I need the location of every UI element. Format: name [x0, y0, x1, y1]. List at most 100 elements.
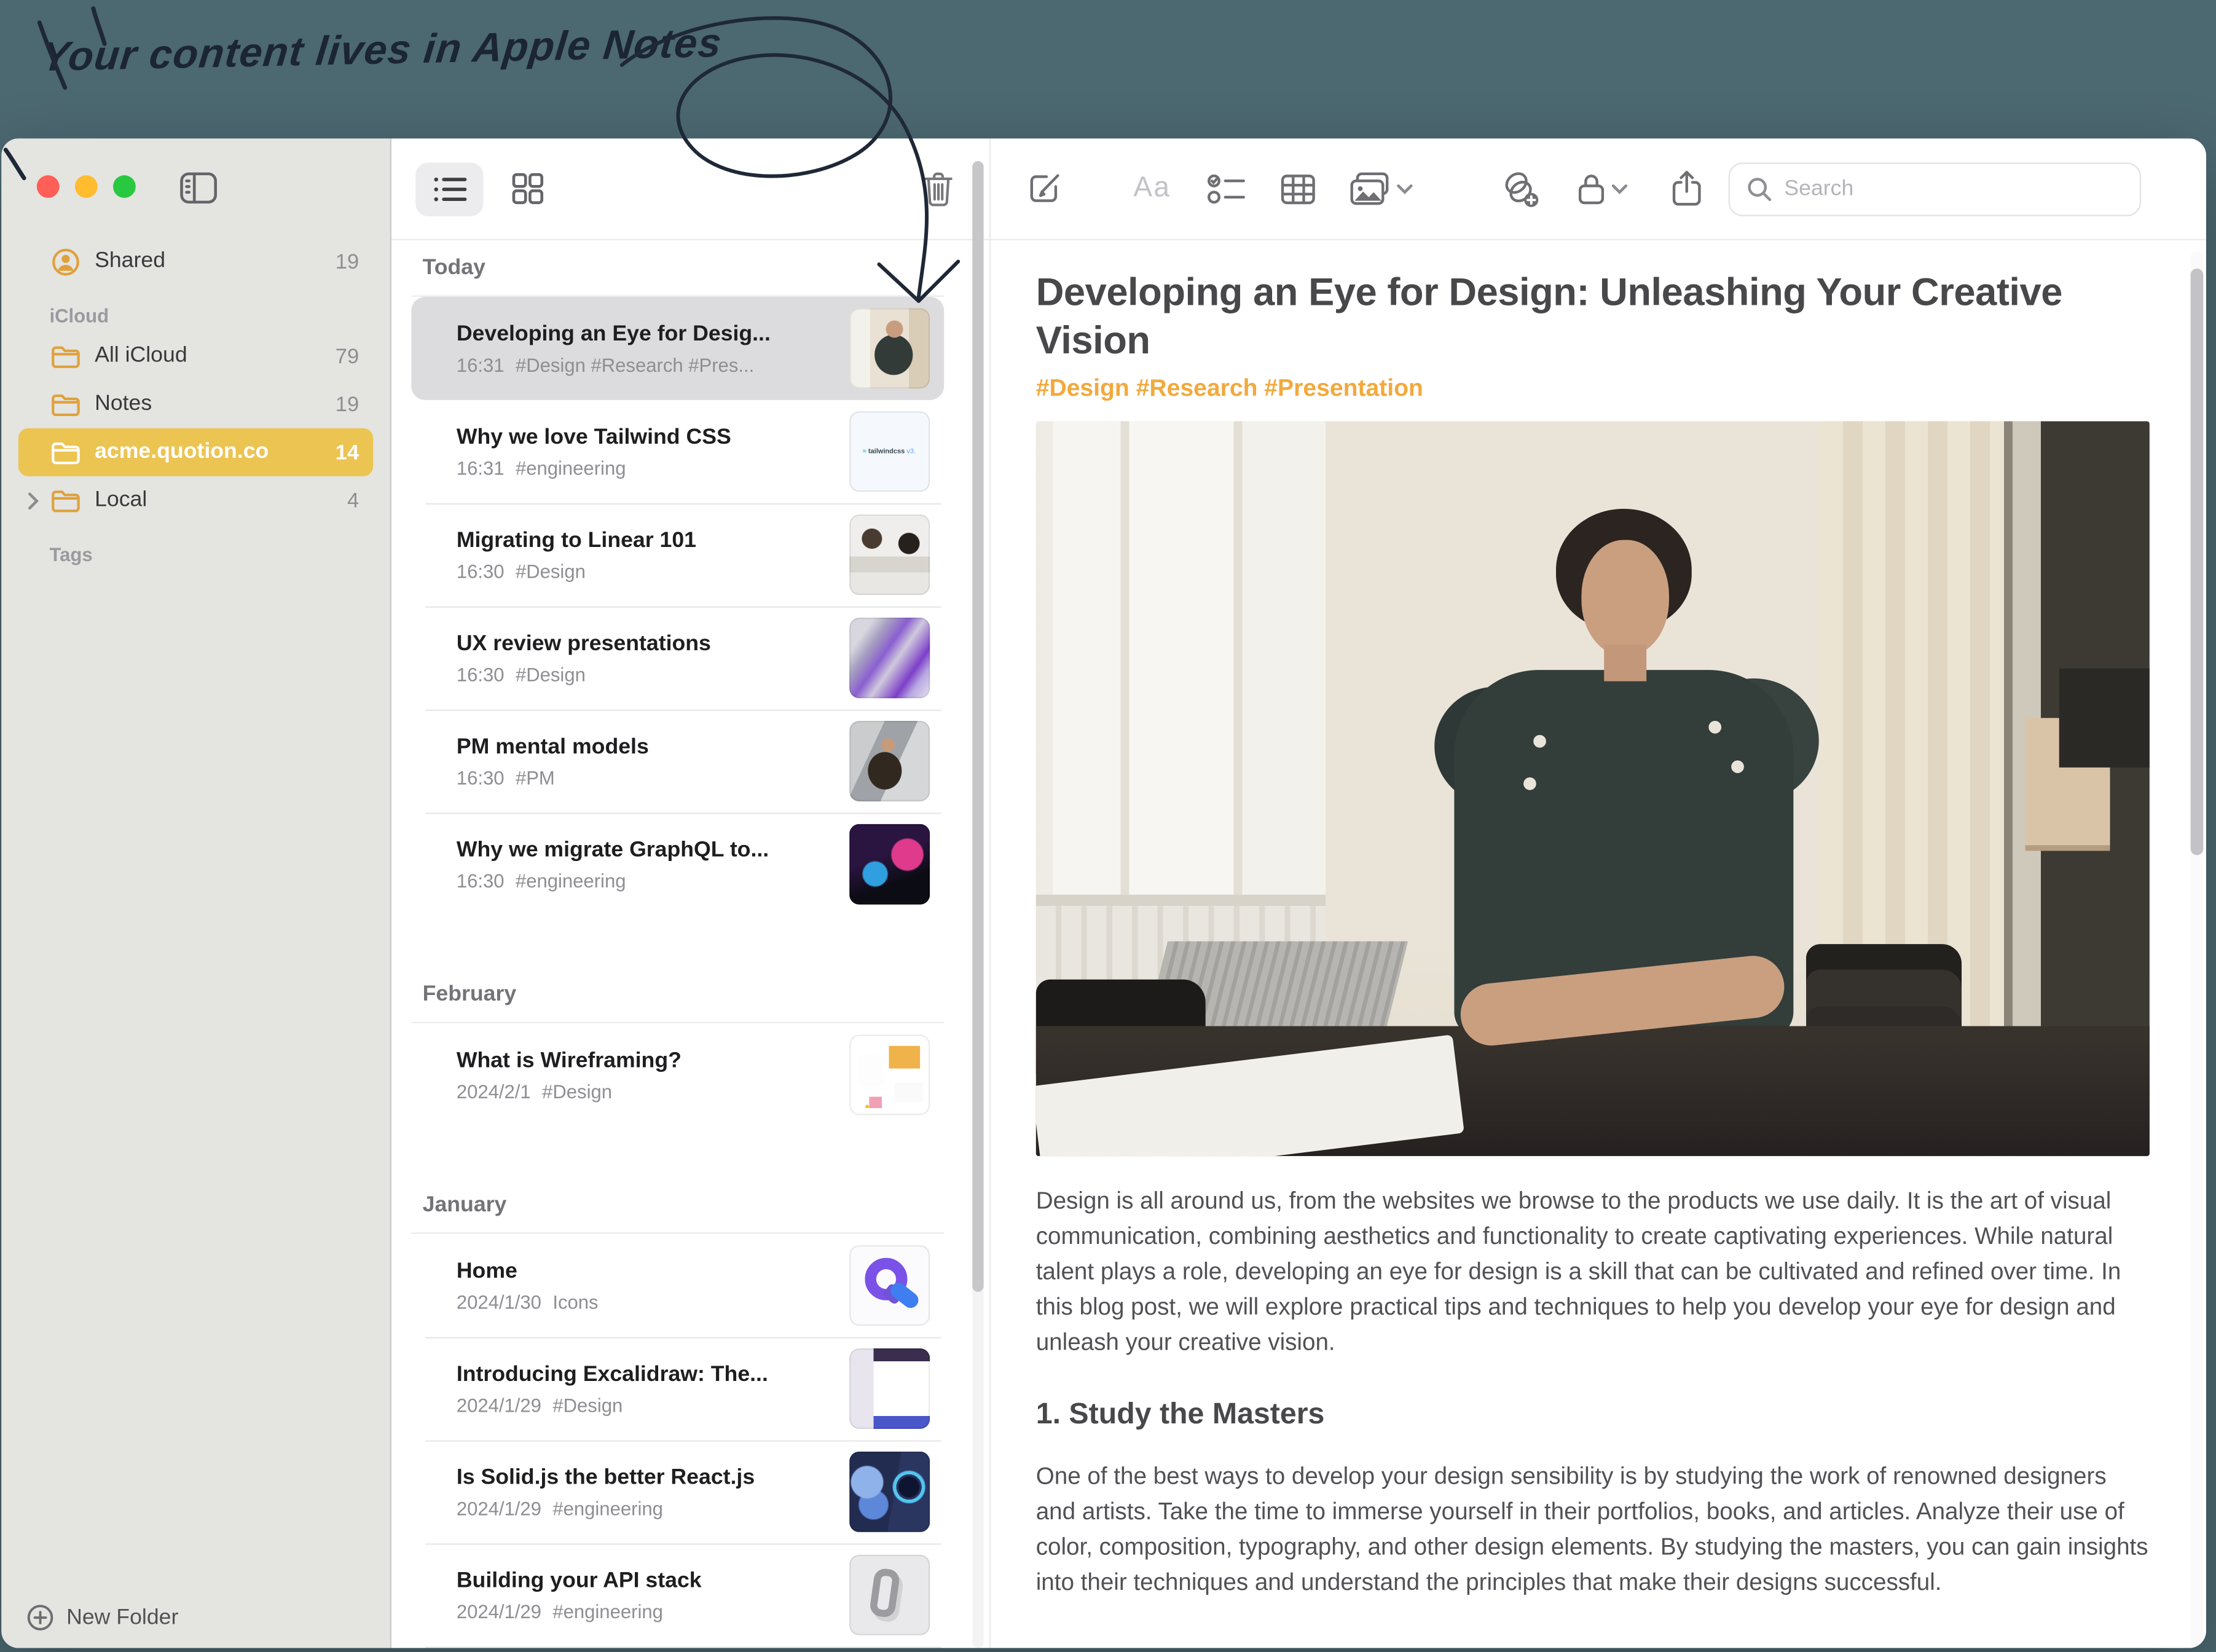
note-list-item-selected[interactable]: Developing an Eye for Desig... 16:31#Des…	[411, 297, 944, 400]
compose-icon[interactable]	[1027, 171, 1063, 206]
sidebar-item-label: Notes	[95, 391, 336, 417]
note-content[interactable]: Developing an Eye for Design: Unleashing…	[991, 240, 2206, 1648]
sidebar-item-all-icloud[interactable]: All iCloud 79	[18, 332, 373, 380]
note-paragraph: One of the best ways to develop your des…	[1036, 1458, 2151, 1600]
note-item-date: 2024/1/30	[457, 1291, 541, 1312]
sidebar-item-count: 14	[336, 440, 359, 464]
note-item-tags: #Design	[516, 664, 586, 685]
media-icon[interactable]	[1350, 171, 1391, 206]
note-thumbnail	[849, 721, 930, 801]
note-list-item[interactable]: Home 2024/1/30Icons	[411, 1234, 944, 1337]
note-thumbnail	[849, 1245, 930, 1326]
handwritten-annotation: Your content lives in Apple Notes	[39, 21, 724, 82]
note-thumbnail	[849, 514, 930, 595]
sidebar-item-notes[interactable]: Notes 19	[18, 380, 373, 428]
note-item-title: Building your API stack	[457, 1568, 830, 1594]
editor-scrollbar-thumb[interactable]	[2191, 269, 2204, 855]
note-item-tags: #engineering	[552, 1498, 663, 1519]
sidebar-item-label: Shared	[95, 249, 336, 274]
note-item-time: 16:30	[457, 767, 505, 788]
note-paragraph: Design is all around us, from the websit…	[1036, 1183, 2151, 1359]
note-thumbnail: ≈ tailwindcss v3.	[849, 411, 930, 492]
note-heading: 1. Study the Masters	[1036, 1398, 2151, 1431]
trash-icon[interactable]	[921, 170, 955, 207]
grid-view-button[interactable]	[493, 162, 561, 215]
note-item-tags: Icons	[552, 1291, 598, 1312]
note-item-date: 2024/2/1	[457, 1080, 531, 1101]
list-toolbar	[391, 138, 989, 240]
sidebar-section-tags: Tags	[49, 544, 373, 565]
note-item-title: Developing an Eye for Desig...	[457, 321, 830, 347]
note-title: Developing an Eye for Design: Unleashing…	[1036, 269, 2151, 364]
minimize-window-button[interactable]	[75, 175, 98, 198]
note-item-date: 2024/1/29	[457, 1394, 541, 1415]
note-item-title: Why we migrate GraphQL to...	[457, 838, 830, 863]
toggle-sidebar-icon[interactable]	[179, 171, 218, 205]
note-thumbnail	[849, 618, 930, 698]
note-list-item[interactable]: UX review presentations 16:30 #Design	[411, 607, 944, 710]
note-item-time: 16:31	[457, 457, 505, 478]
checklist-icon[interactable]	[1208, 171, 1247, 205]
note-item-tags: #Design	[516, 560, 586, 581]
list-section-february: February What is Wireframing? 2024/2/1#D…	[411, 967, 944, 1127]
folder-icon	[49, 440, 81, 464]
note-list-item[interactable]: Is Solid.js the better React.js 2024/1/2…	[411, 1440, 944, 1543]
note-list-item-partial[interactable]: Podcast: Creating a better...	[411, 1646, 944, 1648]
note-item-tags: #engineering	[552, 1600, 663, 1621]
sidebar-item-local[interactable]: Local 4	[18, 476, 373, 524]
folder-icon	[49, 489, 81, 513]
note-item-time: 16:30	[457, 870, 505, 891]
note-list-item[interactable]: Migrating to Linear 101 16:30#Design	[411, 503, 944, 607]
note-item-time: 16:30	[457, 664, 505, 685]
editor-toolbar: Aa	[991, 138, 2206, 240]
note-list-item[interactable]: Building your API stack 2024/1/29 #engine…	[411, 1543, 944, 1646]
note-item-title: PM mental models	[457, 734, 830, 760]
share-icon[interactable]	[1671, 170, 1703, 208]
search-field[interactable]	[1729, 162, 2142, 215]
note-thumbnail	[849, 308, 930, 388]
note-item-tags: #engineering	[516, 457, 626, 478]
note-thumbnail	[849, 1034, 930, 1115]
search-icon	[1748, 176, 1773, 201]
note-list-item[interactable]: PM mental models 16:30#PM	[411, 709, 944, 812]
note-list-item[interactable]: What is Wireframing? 2024/2/1#Design	[411, 1023, 944, 1127]
chevron-right-icon[interactable]	[27, 491, 40, 509]
note-photo	[1036, 421, 2150, 1156]
note-item-title: UX review presentations	[457, 631, 830, 656]
table-icon[interactable]	[1281, 173, 1316, 205]
note-item-tags: #engineering	[516, 870, 626, 891]
sidebar: Shared 19 iCloud All iCloud 79	[1, 138, 391, 1648]
sidebar-section-icloud: iCloud	[49, 305, 373, 326]
note-thumbnail	[849, 1348, 930, 1429]
list-view-button[interactable]	[415, 162, 483, 215]
chevron-down-icon[interactable]	[1397, 183, 1414, 194]
note-item-date: 2024/1/29	[457, 1600, 541, 1621]
folder-icon	[49, 392, 81, 416]
note-item-time: 16:30	[457, 560, 505, 581]
note-list-item[interactable]: Introducing Excalidraw: The... 2024/1/29…	[411, 1337, 944, 1441]
note-list-item[interactable]: Why we migrate GraphQL to... 16:30 #engin…	[411, 812, 944, 916]
note-item-title: Why we love Tailwind CSS	[457, 425, 830, 450]
sidebar-item-label: All iCloud	[95, 344, 336, 369]
list-section-today: Today Developing an Eye for Desig... 16:…	[411, 240, 944, 916]
list-section-header: January	[411, 1178, 944, 1234]
lock-icon[interactable]	[1578, 171, 1606, 206]
chevron-down-icon[interactable]	[1612, 183, 1629, 194]
zoom-window-button[interactable]	[113, 175, 136, 198]
list-scrollbar-thumb[interactable]	[972, 161, 983, 1292]
note-item-title: What is Wireframing?	[457, 1048, 830, 1073]
add-link-icon[interactable]	[1501, 169, 1541, 208]
sidebar-item-shared[interactable]: Shared 19	[18, 237, 373, 285]
window-controls	[37, 175, 136, 198]
search-input[interactable]	[1784, 176, 2123, 201]
note-list-item[interactable]: Why we love Tailwind CSS 16:31 #engineeri…	[411, 400, 944, 503]
close-window-button[interactable]	[37, 175, 60, 198]
notes-list: Today Developing an Eye for Desig... 16:…	[391, 240, 989, 1648]
sidebar-item-label: acme.quotion.co	[95, 439, 336, 465]
new-folder-button[interactable]: New Folder	[27, 1604, 179, 1631]
format-icon[interactable]: Aa	[1133, 173, 1171, 205]
notes-window: Shared 19 iCloud All iCloud 79	[1, 138, 2206, 1648]
sidebar-item-acme-folder-selected[interactable]: acme.quotion.co 14	[18, 428, 373, 476]
note-tags[interactable]: #Design #Research #Presentation	[1036, 374, 2151, 403]
note-item-title: Is Solid.js the better React.js	[457, 1465, 830, 1490]
